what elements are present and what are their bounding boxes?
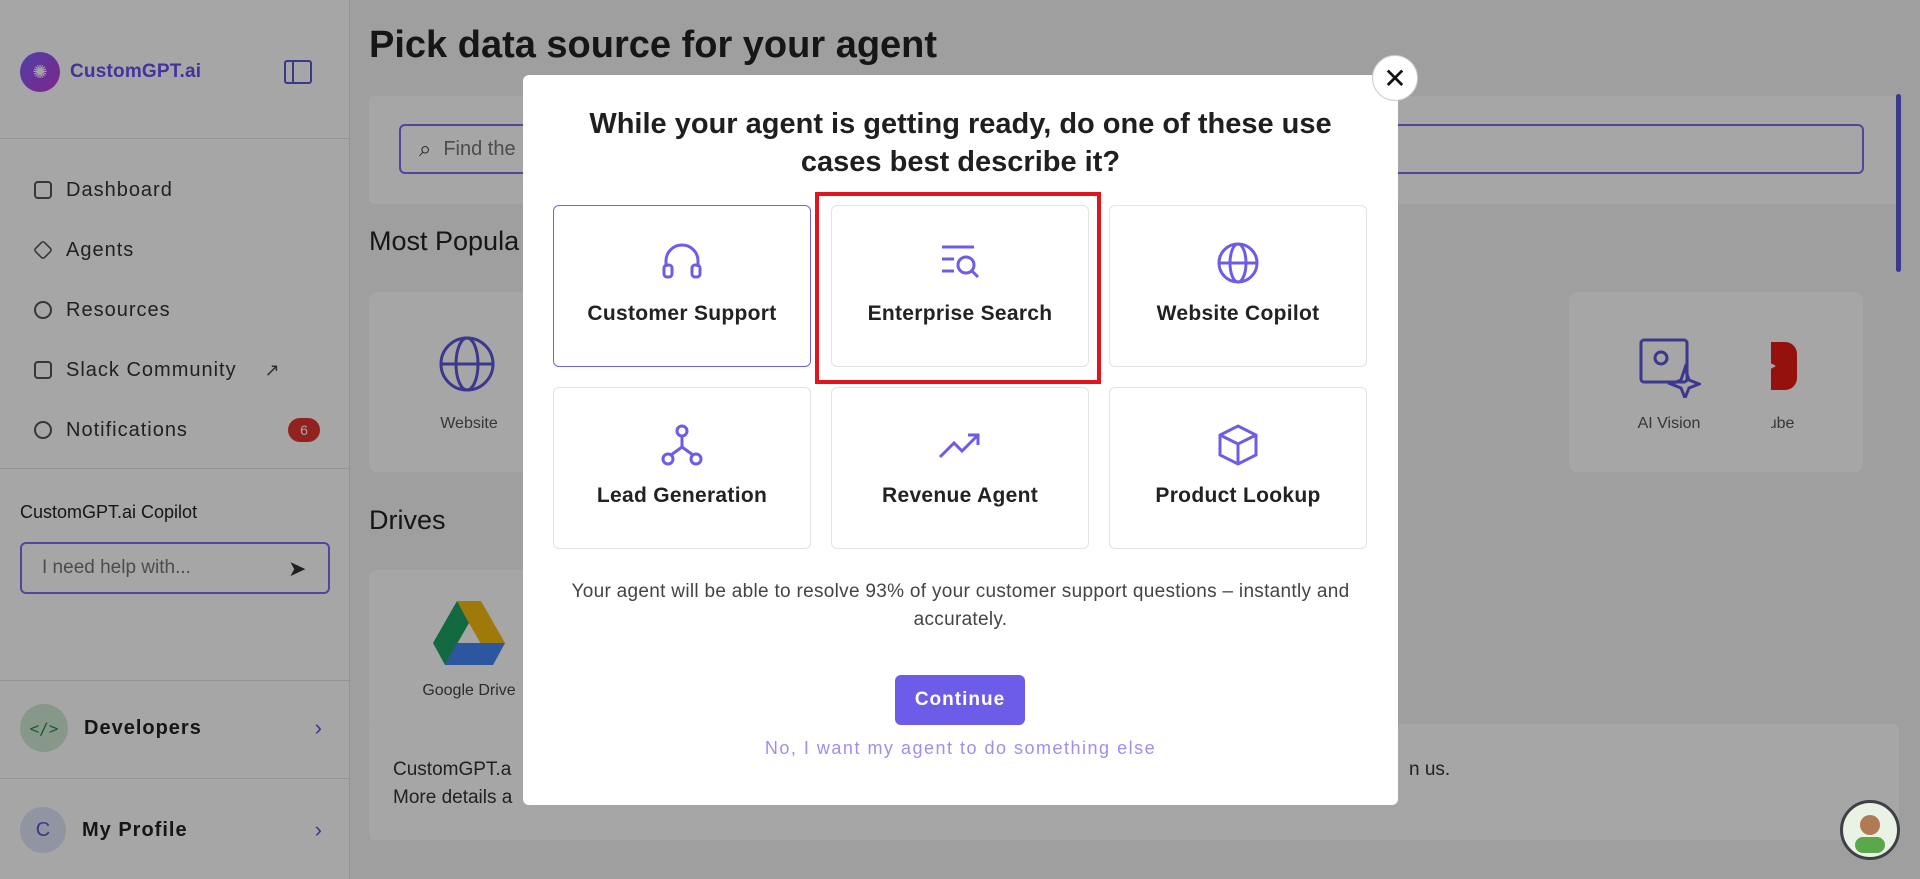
use-case-label: Customer Support [587,302,777,325]
use-case-revenue-agent[interactable]: Revenue Agent [831,387,1089,549]
use-case-website-copilot[interactable]: Website Copilot [1109,205,1367,367]
decline-link[interactable]: No, I want my agent to do something else [553,738,1368,759]
modal-description: Your agent will be able to resolve 93% o… [571,581,1350,630]
box-icon [1215,422,1261,468]
use-case-label: Product Lookup [1155,484,1321,507]
use-case-label: Revenue Agent [882,484,1038,507]
close-icon[interactable]: ✕ [1372,55,1418,101]
use-case-product-lookup[interactable]: Product Lookup [1109,387,1367,549]
headset-icon [659,240,705,286]
use-case-customer-support[interactable]: Customer Support [553,205,811,367]
use-case-label: Lead Generation [596,484,768,507]
globe-icon [1215,240,1261,286]
modal-title: While your agent is getting ready, do on… [589,108,1332,178]
trending-up-icon [937,422,983,468]
support-chat-avatar[interactable] [1840,800,1900,860]
use-case-modal: While your agent is getting ready, do on… [523,75,1398,805]
highlight-box [815,192,1101,384]
network-icon [659,422,705,468]
use-case-lead-generation[interactable]: Lead Generation [553,387,811,549]
use-case-label: Website Copilot [1156,302,1320,325]
continue-button[interactable]: Continue [895,675,1025,725]
